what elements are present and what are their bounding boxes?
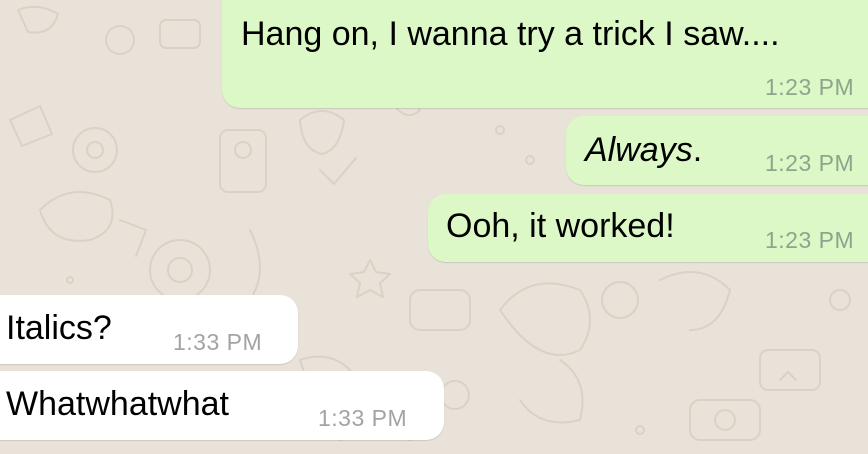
message-timestamp: 1:33 PM (173, 329, 263, 355)
message-timestamp: 1:33 PM (318, 405, 408, 431)
message-text-period: . (692, 131, 703, 169)
chat-view: Hang on, I wanna try a trick I saw.... 1… (0, 0, 868, 454)
message-timestamp: 1:23 PM (765, 74, 855, 100)
message-text: Italics? (6, 309, 112, 347)
message-timestamp: 1:23 PM (765, 227, 855, 253)
message-text: Whatwhatwhat (6, 385, 229, 423)
italic-message-text: Always (585, 131, 693, 169)
message-timestamp: 1:23 PM (765, 150, 855, 176)
message-text: Hang on, I wanna try a trick I saw.... (241, 15, 780, 53)
message-text: Ooh, it worked! (446, 207, 675, 245)
message-text: Always. (585, 130, 702, 170)
